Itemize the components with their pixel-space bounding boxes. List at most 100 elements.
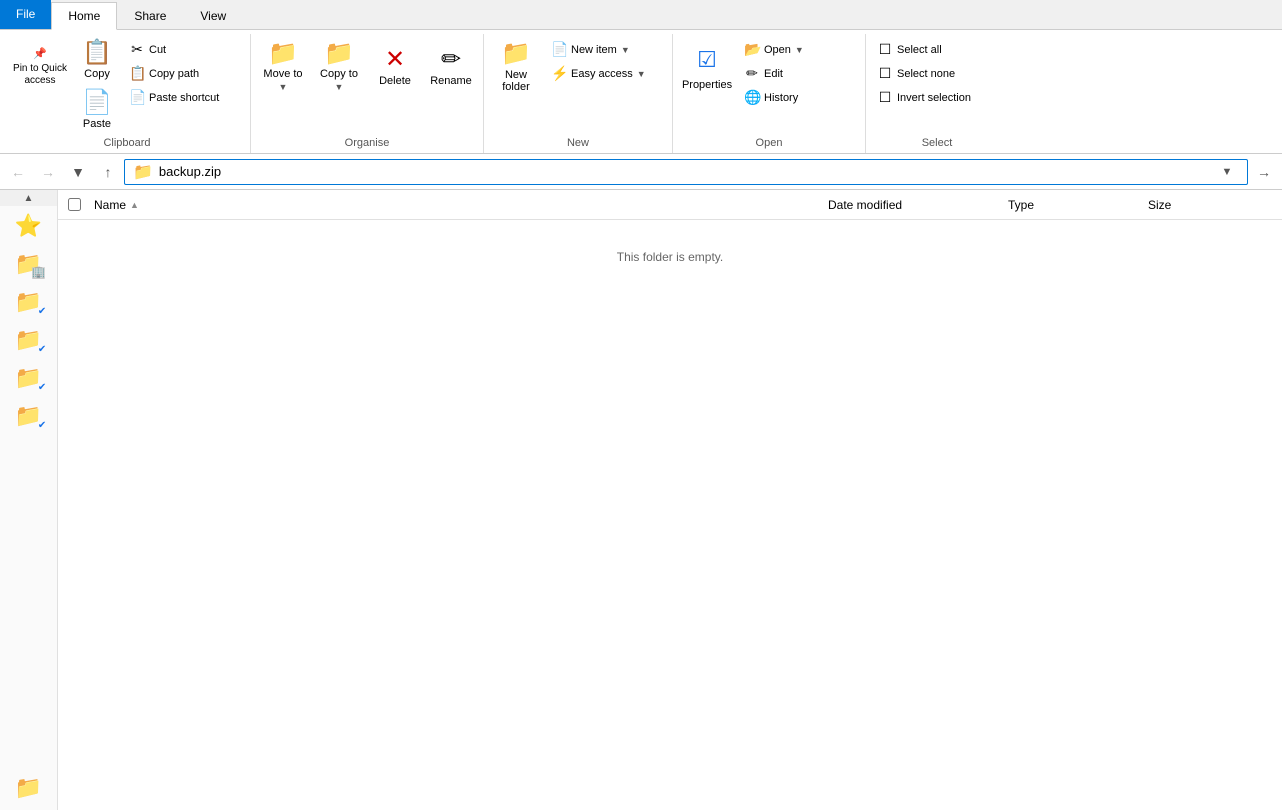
edit-button[interactable]: ✏ Edit — [739, 62, 859, 85]
move-to-button[interactable]: 📁 Move to ▼ — [257, 34, 309, 100]
ribbon-group-clipboard: 📌 Pin to Quick access 📋 Copy 📄 Paste — [4, 34, 251, 153]
col-name-header[interactable]: Name ▲ — [86, 198, 828, 212]
open-button[interactable]: 📂 Open ▼ — [739, 38, 859, 61]
sidebar-scroll-up[interactable]: ▲ — [0, 190, 57, 206]
tab-share[interactable]: Share — [117, 2, 183, 30]
up-button[interactable]: ↑ — [94, 158, 122, 186]
paste-shortcut-icon: 📄 — [129, 89, 145, 106]
select-all-button[interactable]: ☐ Select all — [872, 38, 1002, 61]
sidebar-folder-icon-4: 📁 ✔ — [15, 365, 42, 391]
select-none-button[interactable]: ☐ Select none — [872, 62, 1002, 85]
content-area: Name ▲ Date modified Type Size This fold… — [58, 190, 1282, 810]
col-type-label: Type — [1008, 198, 1034, 212]
tab-view[interactable]: View — [183, 2, 243, 30]
new-item-button[interactable]: 📄 New item ▼ — [546, 38, 666, 61]
select-all-checkbox[interactable] — [68, 198, 81, 211]
header-checkbox[interactable] — [62, 198, 86, 211]
ribbon-group-open: ☑ Properties 📂 Open ▼ ✏ Edit 🌐 — [673, 34, 866, 153]
tab-view-label: View — [200, 9, 226, 23]
ribbon-group-select: ☐ Select all ☐ Select none ☐ Invert sele… — [866, 34, 1008, 153]
clipboard-group-label: Clipboard — [10, 135, 244, 151]
delete-button[interactable]: ✕ Delete — [369, 34, 421, 100]
address-input[interactable] — [159, 164, 1209, 179]
history-button[interactable]: 🌐 History — [739, 86, 859, 109]
sidebar-item-4[interactable]: 📁 ✔ — [9, 360, 49, 396]
new-item-label: New item — [571, 44, 617, 56]
edit-icon: ✏ — [744, 65, 760, 82]
table-header: Name ▲ Date modified Type Size — [58, 190, 1282, 220]
cut-button[interactable]: ✂ Cut — [124, 38, 244, 61]
quick-access-icon: ⭐ — [15, 213, 42, 239]
properties-label: Properties — [682, 79, 732, 91]
delete-icon: ✕ — [385, 48, 405, 72]
copy-to-arrow: ▼ — [335, 82, 344, 92]
paste-icon: 📄 — [82, 91, 112, 115]
invert-selection-icon: ☐ — [877, 89, 893, 106]
sidebar-items: ⭐ 📁 🏢 📁 ✔ 📁 ✔ 📁 ✔ — [0, 206, 57, 688]
cut-label: Cut — [149, 44, 166, 56]
col-date-header[interactable]: Date modified — [828, 198, 1008, 212]
col-name-label: Name — [94, 198, 126, 212]
select-all-label: Select all — [897, 44, 942, 56]
recent-locations-button[interactable]: ▼ — [64, 158, 92, 186]
main-area: ▲ ⭐ 📁 🏢 📁 ✔ 📁 ✔ — [0, 190, 1282, 810]
properties-button[interactable]: ☑ Properties — [679, 34, 735, 100]
tab-home-label: Home — [68, 9, 100, 23]
move-to-label: Move to — [263, 68, 302, 80]
copy-label: Copy — [84, 68, 110, 80]
delete-label: Delete — [379, 75, 411, 87]
scroll-up-arrow: ▲ — [24, 193, 34, 204]
paste-shortcut-button[interactable]: 📄 Paste shortcut — [124, 86, 244, 109]
back-button[interactable]: ← — [4, 158, 32, 186]
tab-home[interactable]: Home — [51, 2, 117, 30]
easy-access-button[interactable]: ⚡ Easy access ▼ — [546, 62, 666, 85]
edit-label: Edit — [764, 68, 783, 80]
col-size-header[interactable]: Size — [1148, 198, 1248, 212]
sidebar-item-bottom[interactable]: 📁 — [9, 770, 49, 806]
pin-icon: 📌 — [33, 47, 47, 60]
paste-label: Paste — [83, 118, 111, 130]
paste-button[interactable]: 📄 Paste — [72, 86, 122, 135]
new-group-label: New — [490, 135, 666, 151]
sidebar-item-2[interactable]: 📁 ✔ — [9, 284, 49, 320]
new-folder-label: New folder — [493, 69, 539, 93]
copy-to-icon: 📁 — [324, 42, 354, 66]
rename-icon: ✏ — [441, 48, 461, 72]
tab-share-label: Share — [134, 9, 166, 23]
ribbon: 📌 Pin to Quick access 📋 Copy 📄 Paste — [0, 30, 1282, 154]
history-label: History — [764, 92, 798, 104]
select-none-icon: ☐ — [877, 65, 893, 82]
tab-file-label: File — [16, 7, 35, 21]
history-icon: 🌐 — [744, 89, 760, 106]
organise-group-label: Organise — [257, 135, 477, 151]
empty-message-text: This folder is empty. — [617, 250, 723, 264]
sidebar-folder-icon-5: 📁 ✔ — [15, 403, 42, 429]
pin-label: Pin to Quick access — [13, 63, 67, 87]
pin-to-quick-access-button[interactable]: 📌 Pin to Quick access — [10, 34, 70, 100]
sidebar-item-3[interactable]: 📁 ✔ — [9, 322, 49, 358]
new-folder-button[interactable]: 📁 New folder — [490, 34, 542, 100]
navigate-button[interactable]: → — [1250, 158, 1278, 186]
address-bar[interactable]: 📁 ▼ — [124, 159, 1248, 185]
sidebar-folder-icon-2: 📁 ✔ — [15, 289, 42, 315]
open-arrow: ▼ — [795, 45, 804, 55]
sidebar-item-5[interactable]: 📁 ✔ — [9, 398, 49, 434]
sidebar-item-quickaccess[interactable]: ⭐ — [9, 208, 49, 244]
open-icon: 📂 — [744, 41, 760, 58]
copy-button[interactable]: 📋 Copy — [72, 36, 122, 85]
tab-bar: File Home Share View — [0, 0, 1282, 30]
select-group-label: Select — [872, 135, 1002, 151]
col-type-header[interactable]: Type — [1008, 198, 1148, 212]
invert-selection-button[interactable]: ☐ Invert selection — [872, 86, 1002, 109]
tab-file[interactable]: File — [0, 0, 51, 29]
rename-button[interactable]: ✏ Rename — [425, 34, 477, 100]
ribbon-group-organise: 📁 Move to ▼ 📁 Copy to ▼ ✕ Delete ✏ Renam… — [251, 34, 484, 153]
sidebar-item-1[interactable]: 📁 🏢 — [9, 246, 49, 282]
copy-path-button[interactable]: 📋 Copy path — [124, 62, 244, 85]
move-icon: 📁 — [268, 42, 298, 66]
copy-path-label: Copy path — [149, 68, 199, 80]
address-dropdown-button[interactable]: ▼ — [1215, 166, 1239, 178]
copy-to-button[interactable]: 📁 Copy to ▼ — [313, 34, 365, 100]
address-bar-area: ← → ▼ ↑ 📁 ▼ → — [0, 154, 1282, 190]
forward-button[interactable]: → — [34, 158, 62, 186]
